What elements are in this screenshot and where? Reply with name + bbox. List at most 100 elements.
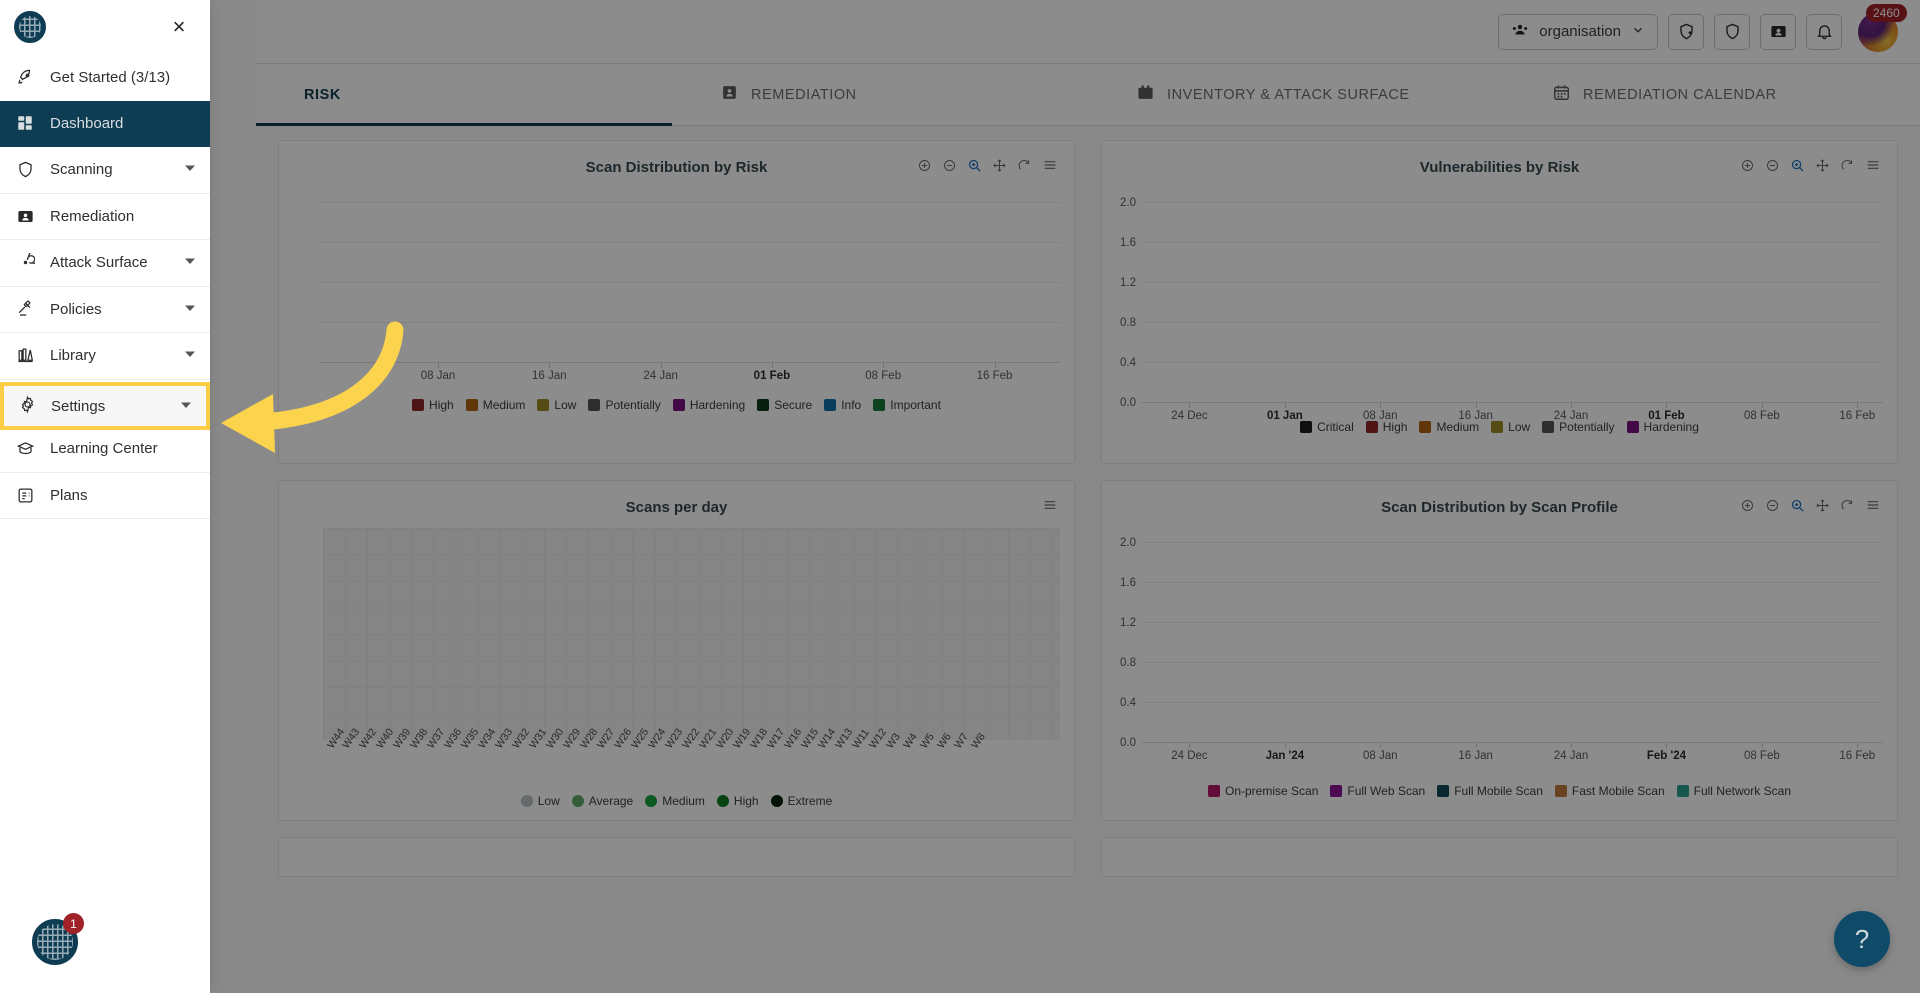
selection-zoom-icon[interactable] xyxy=(967,158,982,173)
legend-item[interactable]: Potentially xyxy=(1542,420,1614,434)
legend-item[interactable]: Low xyxy=(537,398,576,412)
chevron-down-icon[interactable] xyxy=(184,301,196,318)
legend-label: Medium xyxy=(662,794,705,808)
pan-icon[interactable] xyxy=(1815,498,1830,513)
legend-item[interactable]: Potentially xyxy=(588,398,660,412)
sidebar-item-attack-surface[interactable]: Attack Surface xyxy=(0,240,210,287)
xtick: 16 Jan xyxy=(532,370,567,382)
user-avatar-wrap[interactable]: 2460 xyxy=(1858,12,1898,52)
chevron-down-icon[interactable] xyxy=(180,398,192,415)
zoom-in-icon[interactable] xyxy=(1740,158,1755,173)
sidebar-item-settings[interactable]: Settings xyxy=(0,382,210,430)
chevron-down-icon[interactable] xyxy=(184,161,196,178)
ytick: 2.0 xyxy=(1102,537,1136,549)
legend-item[interactable]: High xyxy=(412,398,454,412)
sidebar-item-library[interactable]: Library xyxy=(0,333,210,380)
sidebar-item-scanning[interactable]: Scanning xyxy=(0,147,210,194)
legend-item[interactable]: On-premise Scan xyxy=(1208,784,1318,798)
organisation-selector[interactable]: organisation xyxy=(1498,14,1658,50)
calendar-icon xyxy=(1136,83,1155,106)
tab-inventory-label: INVENTORY & ATTACK SURFACE xyxy=(1167,87,1410,103)
card-vulnerabilities-by-risk: Vulnerabilities by Risk 2.0 1.6 xyxy=(1101,140,1898,464)
zoom-out-icon[interactable] xyxy=(1765,158,1780,173)
sidebar-item-plans[interactable]: Plans xyxy=(0,473,210,520)
gear-icon xyxy=(18,395,37,418)
xtick: 08 Feb xyxy=(865,370,901,382)
pan-icon[interactable] xyxy=(1815,158,1830,173)
zoom-out-icon[interactable] xyxy=(942,158,957,173)
shield-add-button[interactable] xyxy=(1668,14,1704,50)
card-host-summary-peek xyxy=(1101,837,1898,877)
legend-item[interactable]: Full Web Scan xyxy=(1330,784,1425,798)
menu-icon[interactable] xyxy=(1042,157,1058,173)
reset-icon[interactable] xyxy=(1840,498,1855,513)
zoom-in-icon[interactable] xyxy=(917,158,932,173)
plot-area-scan-distribution-by-risk: 08 Jan 16 Jan 24 Jan 01 Feb 08 Feb 16 Fe… xyxy=(279,184,1074,390)
rocket-icon xyxy=(14,68,36,87)
legend-item[interactable]: Medium xyxy=(1419,420,1479,434)
charts-grid: Scan Distribution by Risk xyxy=(278,140,1898,877)
legend-item[interactable]: Full Mobile Scan xyxy=(1437,784,1543,798)
menu-icon[interactable] xyxy=(1865,157,1881,173)
chart-title-peek xyxy=(279,838,1074,873)
sidebar-item-policies[interactable]: Policies xyxy=(0,287,210,334)
selection-zoom-icon[interactable] xyxy=(1790,498,1805,513)
shield-button[interactable] xyxy=(1714,14,1750,50)
sidebar-item-dashboard[interactable]: Dashboard xyxy=(0,101,210,148)
legend-item[interactable]: Fast Mobile Scan xyxy=(1555,784,1665,798)
legend-label: Info xyxy=(841,398,861,412)
legend-item[interactable]: Important xyxy=(873,398,941,412)
ytick: 0.8 xyxy=(1102,657,1136,669)
sidebar-item-learning-center[interactable]: Learning Center xyxy=(0,426,210,473)
tab-remediation-calendar[interactable]: REMEDIATION CALENDAR xyxy=(1504,64,1920,125)
menu-icon[interactable] xyxy=(1042,497,1058,513)
legend-item[interactable]: Medium xyxy=(645,794,705,808)
xtick: 08 Feb xyxy=(1744,410,1780,422)
legend-item[interactable]: Average xyxy=(572,794,633,808)
plans-icon xyxy=(14,486,36,505)
legend-item[interactable]: Hardening xyxy=(673,398,745,412)
zoom-out-icon[interactable] xyxy=(1765,498,1780,513)
reset-icon[interactable] xyxy=(1840,158,1855,173)
legend-item[interactable]: Low xyxy=(521,794,560,808)
legend-label: On-premise Scan xyxy=(1225,784,1318,798)
footer-logo-button[interactable]: 1 xyxy=(32,919,78,965)
legend-label: Full Web Scan xyxy=(1347,784,1425,798)
legend-item[interactable]: Secure xyxy=(757,398,812,412)
notifications-button[interactable] xyxy=(1806,14,1842,50)
dashboard-icon xyxy=(14,114,36,132)
legend-item[interactable]: Info xyxy=(824,398,861,412)
sidebar-item-remediation[interactable]: Remediation xyxy=(0,194,210,241)
legend-item[interactable]: Low xyxy=(1491,420,1530,434)
contact-card-button[interactable] xyxy=(1760,14,1796,50)
tab-risk-label: RISK xyxy=(304,87,341,103)
legend-item[interactable]: Critical xyxy=(1300,420,1354,434)
legend-item[interactable]: Medium xyxy=(466,398,526,412)
legend-item[interactable]: High xyxy=(1366,420,1408,434)
sidebar-item-get-started[interactable]: Get Started (3/13) xyxy=(0,54,210,101)
chevron-down-icon[interactable] xyxy=(184,347,196,364)
chevron-down-icon[interactable] xyxy=(184,254,196,271)
reset-icon[interactable] xyxy=(1017,158,1032,173)
legend-item[interactable]: High xyxy=(717,794,759,808)
close-icon[interactable]: × xyxy=(162,10,196,44)
zoom-in-icon[interactable] xyxy=(1740,498,1755,513)
xtick: 01 Jan xyxy=(1267,410,1303,422)
help-button[interactable]: ? xyxy=(1834,911,1890,967)
pan-icon[interactable] xyxy=(992,158,1007,173)
tab-inventory-attack-surface[interactable]: INVENTORY & ATTACK SURFACE xyxy=(1088,64,1504,125)
tab-risk[interactable]: RISK xyxy=(256,64,672,125)
tab-remediation[interactable]: REMEDIATION xyxy=(672,64,1088,125)
legend-item[interactable]: Hardening xyxy=(1627,420,1699,434)
xtick: 16 Feb xyxy=(1839,410,1875,422)
selection-zoom-icon[interactable] xyxy=(1790,158,1805,173)
top-header-bar: organisation xyxy=(256,0,1920,64)
legend-item[interactable]: Extreme xyxy=(771,794,833,808)
legend-item[interactable]: Full Network Scan xyxy=(1677,784,1791,798)
card-scan-distribution-by-risk: Scan Distribution by Risk xyxy=(278,140,1075,464)
legend-label: Potentially xyxy=(605,398,660,412)
ytick: 0.0 xyxy=(1102,397,1136,409)
tab-remediation-calendar-label: REMEDIATION CALENDAR xyxy=(1583,87,1777,103)
menu-icon[interactable] xyxy=(1865,497,1881,513)
legend-label: Full Network Scan xyxy=(1694,784,1791,798)
